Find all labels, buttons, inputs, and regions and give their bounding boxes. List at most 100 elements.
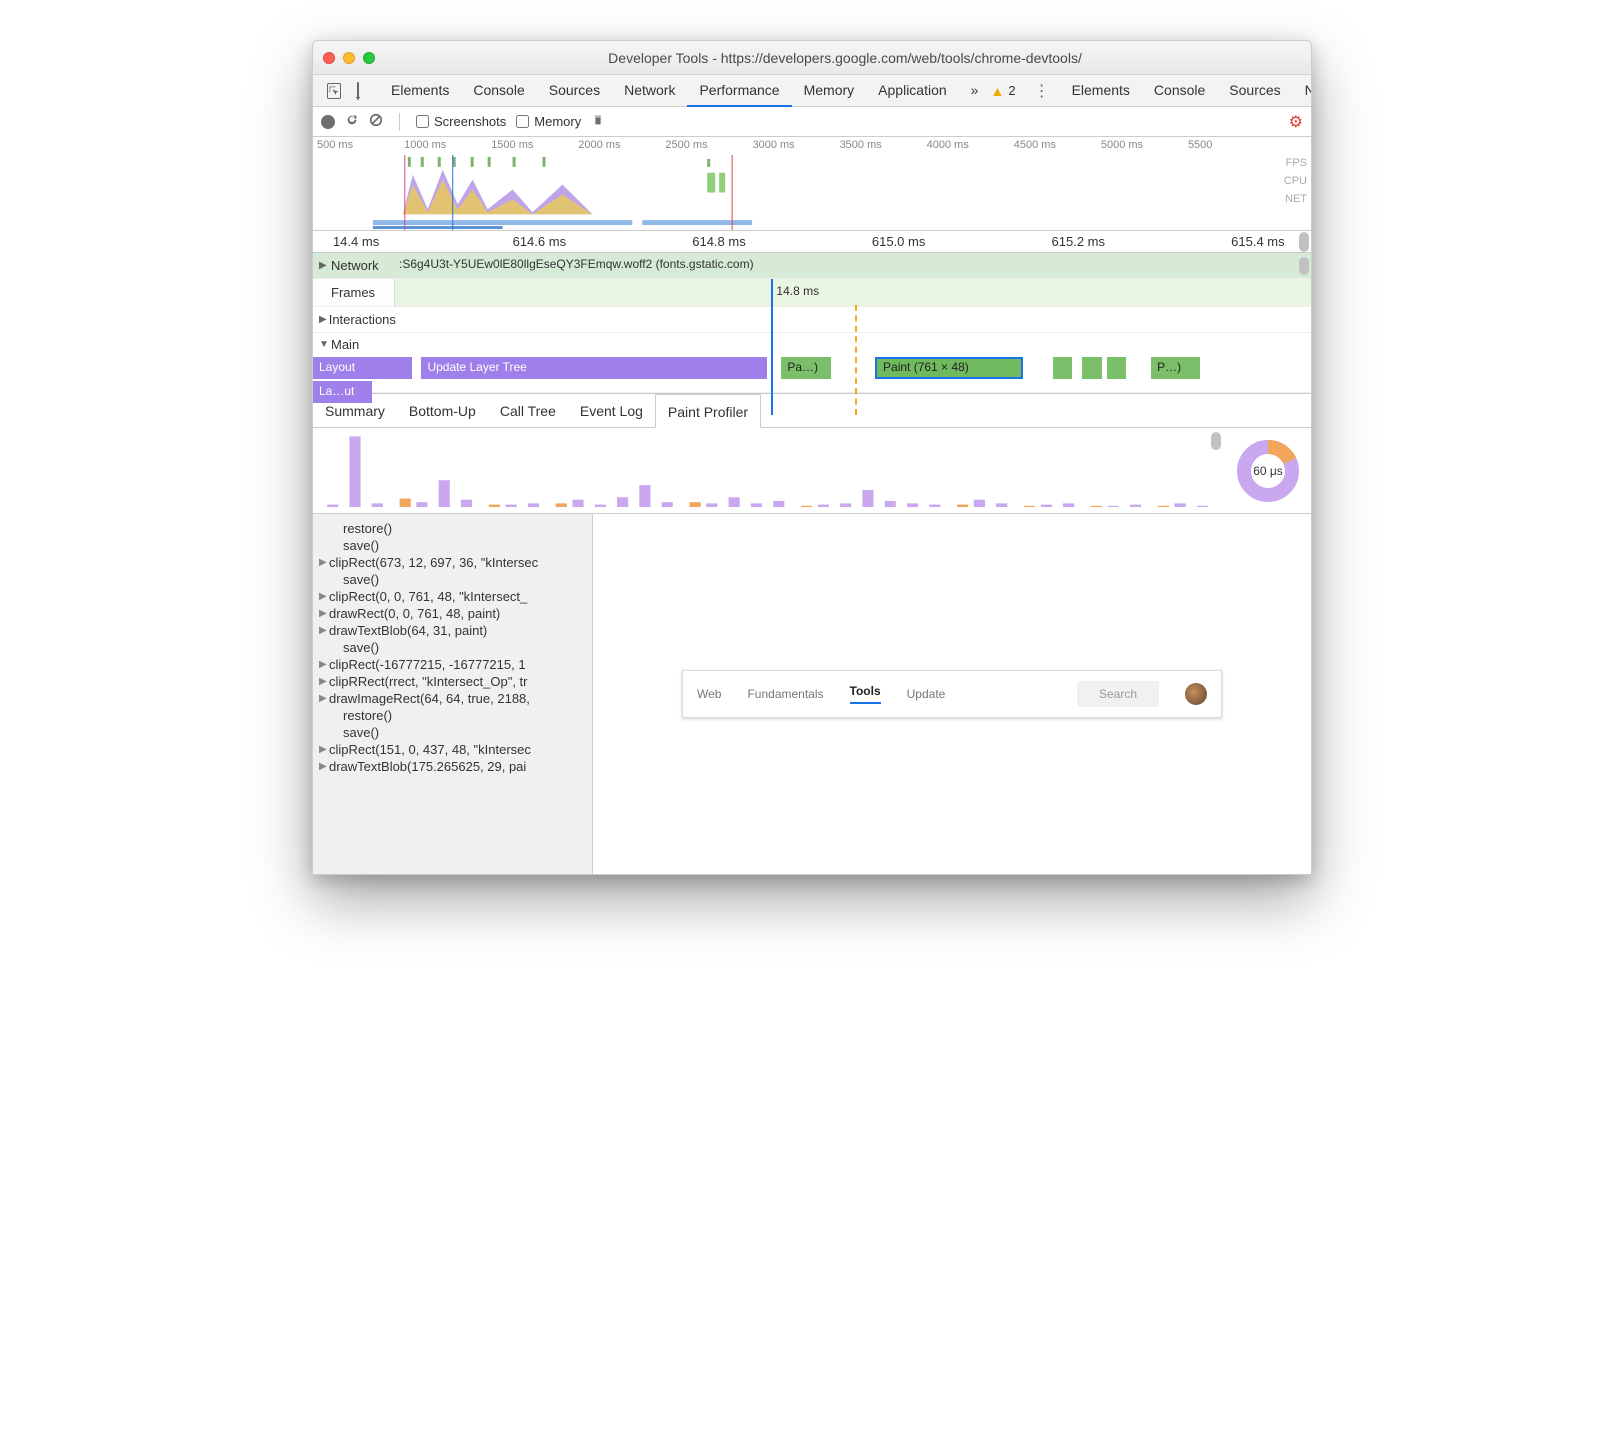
flame-ruler[interactable]: 14.4 ms614.6 ms614.8 ms615.0 ms615.2 ms6… (313, 231, 1311, 253)
flame-event[interactable]: La…ut (313, 381, 372, 403)
screenshots-input[interactable] (416, 115, 429, 128)
overview-tick: 1500 ms (487, 139, 574, 151)
paint-command[interactable]: ▶clipRRect(rrect, "kIntersect_Op", tr (313, 673, 592, 690)
nav-search[interactable]: Search (1077, 681, 1159, 707)
ruler-tick: 615.4 ms (1231, 234, 1284, 249)
scrollbar-thumb[interactable] (1299, 257, 1309, 275)
reload-record-button[interactable] (345, 113, 359, 130)
ruler-tick: 615.2 ms (1052, 234, 1105, 249)
screenshots-label: Screenshots (434, 114, 506, 129)
panel-tab-console[interactable]: Console (461, 75, 536, 107)
paint-command[interactable]: save() (313, 724, 592, 741)
paint-bar-chart[interactable] (313, 428, 1225, 513)
overview-tick: 2500 ms (661, 139, 748, 151)
nav-item-web[interactable]: Web (697, 687, 721, 701)
warnings-badge[interactable]: ▲ 2 (990, 83, 1015, 99)
cpu-label: CPU (1284, 175, 1307, 187)
frames-track[interactable]: Frames 14.8 ms (313, 279, 1311, 307)
flame-event[interactable]: P…) (1151, 357, 1200, 379)
fps-label: FPS (1284, 157, 1307, 169)
paint-preview[interactable]: Web Fundamentals Tools Update Search (593, 514, 1311, 874)
screenshots-checkbox[interactable]: Screenshots (416, 114, 506, 129)
zoom-icon[interactable] (363, 52, 375, 64)
close-icon[interactable] (323, 52, 335, 64)
flame-event[interactable]: Paint (761 × 48) (875, 357, 1023, 379)
nav-item-updates[interactable]: Update (907, 687, 946, 701)
paint-command[interactable]: save() (313, 537, 592, 554)
paint-command[interactable]: save() (313, 639, 592, 656)
timeline-overview[interactable]: 500 ms1000 ms1500 ms2000 ms2500 ms3000 m… (313, 137, 1311, 231)
ruler-tick: 614.8 ms (692, 234, 745, 249)
scrollbar-thumb[interactable] (1211, 432, 1221, 450)
paint-command[interactable]: restore() (313, 520, 592, 537)
window-title: Developer Tools - https://developers.goo… (389, 50, 1301, 66)
overview-tick: 2000 ms (574, 139, 661, 151)
record-button[interactable] (321, 115, 335, 129)
gc-button[interactable] (591, 113, 605, 130)
main-track[interactable]: ▼Main LayoutUpdate Layer TreePa…)Paint (… (313, 333, 1311, 393)
paint-command[interactable]: ▶drawTextBlob(64, 31, paint) (313, 622, 592, 639)
nav-item-fundamentals[interactable]: Fundamentals (747, 687, 823, 701)
network-track[interactable]: ▶Network :S6g4U3t-Y5UEw0lE80llgEseQY3FEm… (313, 253, 1311, 279)
perf-toolbar: Screenshots Memory ⚙ (313, 107, 1311, 137)
panel-tab-memory[interactable]: Memory (792, 75, 867, 107)
inspect-icon[interactable] (327, 83, 341, 99)
panel-tab-elements[interactable]: Elements (1060, 75, 1142, 107)
settings-icon[interactable]: ⚙ (1289, 112, 1303, 132)
flame-tracks[interactable]: ▶Network :S6g4U3t-Y5UEw0lE80llgEseQY3FEm… (313, 253, 1311, 394)
network-track-label: Network (331, 258, 379, 273)
donut-label: 60 μs (1253, 464, 1283, 478)
paint-command[interactable]: ▶drawImageRect(64, 64, true, 2188, (313, 690, 592, 707)
paint-command[interactable]: save() (313, 571, 592, 588)
preview-navbar: Web Fundamentals Tools Update Search (682, 670, 1222, 718)
paint-command[interactable]: ▶clipRect(673, 12, 697, 36, "kIntersec (313, 554, 592, 571)
paint-command[interactable]: ▶clipRect(0, 0, 761, 48, "kIntersect_ (313, 588, 592, 605)
frame-divider (771, 279, 773, 306)
overview-tick: 4500 ms (1010, 139, 1097, 151)
warning-icon: ▲ (990, 83, 1004, 99)
devtools-tabbar: ElementsConsoleSourcesNetworkPerformance… (313, 75, 1311, 107)
panel-tab-network[interactable]: Network (612, 75, 687, 107)
panel-tab-console[interactable]: Console (1142, 75, 1217, 107)
flame-event[interactable] (1107, 357, 1127, 379)
divider (399, 113, 400, 131)
overview-tick: 3000 ms (748, 139, 835, 151)
flame-event[interactable]: Update Layer Tree (421, 357, 766, 379)
panel-tab-elements[interactable]: Elements (379, 75, 461, 107)
memory-checkbox[interactable]: Memory (516, 114, 581, 129)
overview-tick: 3500 ms (836, 139, 923, 151)
kebab-menu-icon[interactable]: ⋮ (1024, 81, 1060, 101)
panel-tab-application[interactable]: Application (866, 75, 959, 107)
overview-canvas (313, 155, 1271, 230)
flame-event[interactable]: Pa…) (781, 357, 830, 379)
flame-event[interactable] (1082, 357, 1102, 379)
paint-command[interactable]: ▶clipRect(151, 0, 437, 48, "kIntersec (313, 741, 592, 758)
paint-profiler-chart[interactable]: 60 μs (313, 428, 1311, 514)
overview-tick: 4000 ms (923, 139, 1010, 151)
nav-item-tools[interactable]: Tools (850, 684, 881, 704)
panel-tab-performance[interactable]: Performance (687, 75, 791, 107)
paint-command[interactable]: ▶drawTextBlob(175.265625, 29, pai (313, 758, 592, 775)
avatar[interactable] (1185, 683, 1207, 705)
more-panels[interactable]: » (959, 75, 991, 107)
paint-command-list[interactable]: restore()save()▶clipRect(673, 12, 697, 3… (313, 514, 593, 874)
minimize-icon[interactable] (343, 52, 355, 64)
clear-button[interactable] (369, 113, 383, 130)
paint-command[interactable]: restore() (313, 707, 592, 724)
interactions-track-label: Interactions (329, 312, 396, 327)
net-label: NET (1284, 193, 1307, 205)
panel-tab-network[interactable]: Network (1293, 75, 1312, 107)
memory-input[interactable] (516, 115, 529, 128)
paint-command[interactable]: ▶clipRect(-16777215, -16777215, 1 (313, 656, 592, 673)
interactions-track[interactable]: ▶Interactions (313, 307, 1311, 333)
memory-label: Memory (534, 114, 581, 129)
frame-time: 14.8 ms (776, 284, 819, 298)
scrollbar-thumb[interactable] (1299, 232, 1309, 252)
panel-tab-sources[interactable]: Sources (1217, 75, 1292, 107)
device-toggle-icon[interactable] (357, 82, 359, 100)
paint-command[interactable]: ▶drawRect(0, 0, 761, 48, paint) (313, 605, 592, 622)
flame-event[interactable] (1053, 357, 1073, 379)
flame-event[interactable]: Layout (313, 357, 412, 379)
panel-tab-sources[interactable]: Sources (537, 75, 612, 107)
paint-time-donut: 60 μs (1225, 428, 1311, 513)
